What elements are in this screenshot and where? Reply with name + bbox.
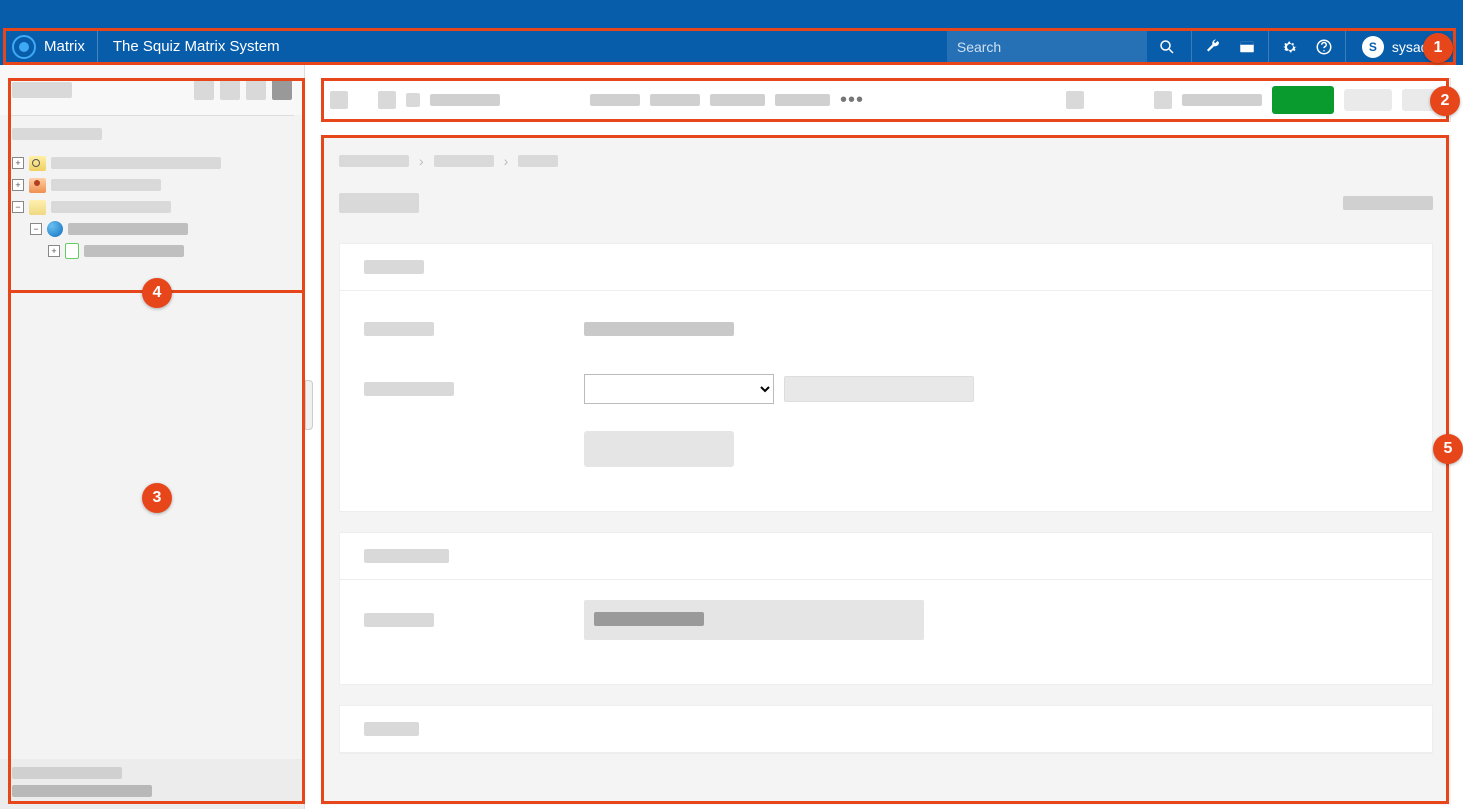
breadcrumb: › › [339, 153, 1433, 169]
form-section [339, 243, 1433, 512]
content-body: › › [321, 135, 1451, 805]
logo-icon [12, 35, 36, 59]
sidebar-footer [0, 759, 304, 809]
tree-expand-toggle[interactable]: + [12, 179, 24, 191]
toolbar-icon[interactable] [1066, 91, 1084, 109]
key-folder-icon [29, 156, 46, 171]
tree-label-placeholder [84, 245, 184, 257]
asset-tree: + + − − + [0, 152, 304, 262]
wrench-icon [1204, 38, 1222, 56]
sidebar-title-placeholder [12, 82, 72, 98]
toolbar-label-placeholder[interactable] [1182, 94, 1262, 106]
tree-node[interactable]: + [12, 174, 292, 196]
tree-label-placeholder-selected [68, 223, 188, 235]
breadcrumb-item[interactable] [518, 155, 558, 167]
section-header [340, 533, 1432, 580]
toolbar-tab[interactable] [775, 94, 830, 106]
toolbar-tab[interactable] [590, 94, 640, 106]
page-header [339, 193, 1433, 213]
form-field-row [364, 311, 1408, 347]
sidebar-view-icon[interactable] [246, 80, 266, 100]
section-title-placeholder [364, 722, 419, 736]
tree-label-placeholder [51, 201, 171, 213]
page-icon [65, 243, 79, 259]
action-button[interactable] [584, 431, 734, 467]
toolbar-label-placeholder[interactable] [430, 94, 500, 106]
product-logo[interactable]: Matrix [0, 28, 98, 65]
tree-collapse-toggle[interactable]: − [30, 223, 42, 235]
toolbar-more-button[interactable]: ••• [840, 89, 864, 112]
field-label-placeholder [364, 613, 434, 627]
form-field-row [364, 600, 1408, 640]
form-section [339, 532, 1433, 685]
search-input[interactable] [957, 39, 1137, 55]
chevron-right-icon: › [504, 153, 509, 169]
user-menu[interactable]: S sysadmin [1350, 28, 1463, 65]
tree-label-placeholder [51, 157, 221, 169]
section-header [340, 706, 1432, 753]
toolbar-icon[interactable] [406, 93, 420, 107]
search-icon [1158, 38, 1176, 56]
select-input[interactable] [584, 374, 774, 404]
form-field-row [364, 431, 1408, 467]
tree-collapse-toggle[interactable]: − [12, 201, 24, 213]
sidebar-view-icon[interactable] [194, 80, 214, 100]
breadcrumb-item[interactable] [339, 155, 409, 167]
section-header [340, 244, 1432, 291]
sidebar-header [0, 65, 304, 115]
user-name: sysadmin [1392, 39, 1451, 55]
toolbar-button[interactable] [1344, 89, 1392, 111]
panel-button[interactable] [1230, 28, 1264, 65]
user-folder-icon [29, 178, 46, 193]
toolbar-icon[interactable] [330, 91, 348, 109]
toolbar-button[interactable] [1402, 89, 1442, 111]
text-input[interactable] [784, 376, 974, 402]
tree-node[interactable]: + [12, 240, 292, 262]
tree-expand-toggle[interactable]: + [48, 245, 60, 257]
toolbar-tab[interactable] [710, 94, 765, 106]
page-title-placeholder [339, 193, 419, 213]
content-toolbar: ••• [321, 78, 1451, 122]
sidebar-view-icon[interactable] [220, 80, 240, 100]
search-button[interactable] [1147, 28, 1187, 65]
left-sidebar: + + − − + [0, 65, 305, 809]
help-icon [1315, 38, 1333, 56]
tree-expand-toggle[interactable]: + [12, 157, 24, 169]
top-toolbar: Matrix The Squiz Matrix System S sysadmi… [0, 0, 1463, 65]
tree-label-placeholder [51, 179, 161, 191]
toolbar-icon[interactable] [378, 91, 396, 109]
help-button[interactable] [1307, 28, 1341, 65]
save-button[interactable] [1272, 86, 1334, 114]
product-name: Matrix [44, 38, 85, 55]
system-title: The Squiz Matrix System [98, 38, 295, 55]
search-box[interactable] [947, 28, 1147, 65]
section-title-placeholder [364, 260, 424, 274]
tree-node[interactable]: + [12, 152, 292, 174]
sidebar-view-icon-active[interactable] [272, 80, 292, 100]
tree-node[interactable]: − [12, 218, 292, 240]
settings-button[interactable] [1273, 28, 1307, 65]
folder-icon [29, 200, 46, 215]
text-input[interactable] [584, 600, 924, 640]
section-title-placeholder [364, 549, 449, 563]
field-label-placeholder [364, 322, 434, 336]
tree-node[interactable]: − [12, 196, 292, 218]
field-value-placeholder [584, 322, 734, 336]
sidebar-resize-handle[interactable] [305, 380, 313, 430]
breadcrumb-item[interactable] [434, 155, 494, 167]
toolbar-icon[interactable] [1154, 91, 1172, 109]
globe-icon [47, 221, 63, 237]
panel-icon [1238, 38, 1256, 56]
form-field-row [364, 371, 1408, 407]
user-avatar: S [1362, 36, 1384, 58]
field-label-placeholder [364, 382, 454, 396]
tools-button[interactable] [1196, 28, 1230, 65]
form-section [339, 705, 1433, 754]
toolbar-tab[interactable] [650, 94, 700, 106]
gear-icon [1281, 38, 1299, 56]
page-action-placeholder[interactable] [1343, 196, 1433, 210]
sidebar-subheader [0, 116, 304, 152]
chevron-right-icon: › [419, 153, 424, 169]
